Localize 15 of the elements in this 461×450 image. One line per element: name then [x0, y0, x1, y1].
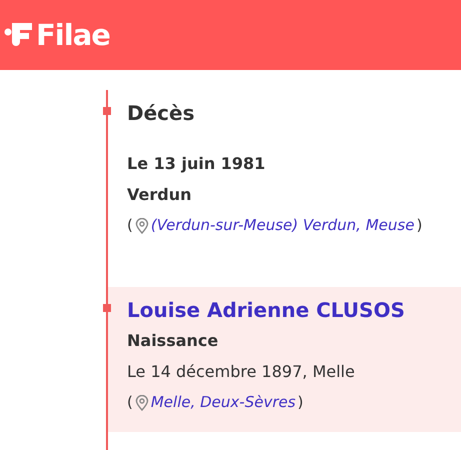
- location-pin-icon: [134, 218, 149, 234]
- paren-text: ): [298, 392, 304, 413]
- event-detail: Le 14 décembre 1897, Melle: [127, 361, 356, 383]
- paren-text: (: [127, 392, 133, 413]
- event-type: Naissance: [127, 330, 220, 352]
- paren-text: ): [416, 215, 422, 236]
- person-link[interactable]: Louise Adrienne CLUSOS: [127, 295, 461, 325]
- event-heading: Décès: [127, 100, 196, 127]
- logo-text: Filae: [36, 18, 110, 52]
- location-pin-icon: [134, 394, 149, 410]
- place-link[interactable]: (Verdun-sur-Meuse) Verdun, Meuse: [150, 210, 414, 241]
- place-link[interactable]: Melle, Deux-Sèvres: [150, 387, 296, 418]
- event-detail: Verdun: [127, 184, 192, 206]
- event-detail: Le 13 juin 1981: [127, 153, 266, 175]
- paren-text: (: [127, 215, 133, 236]
